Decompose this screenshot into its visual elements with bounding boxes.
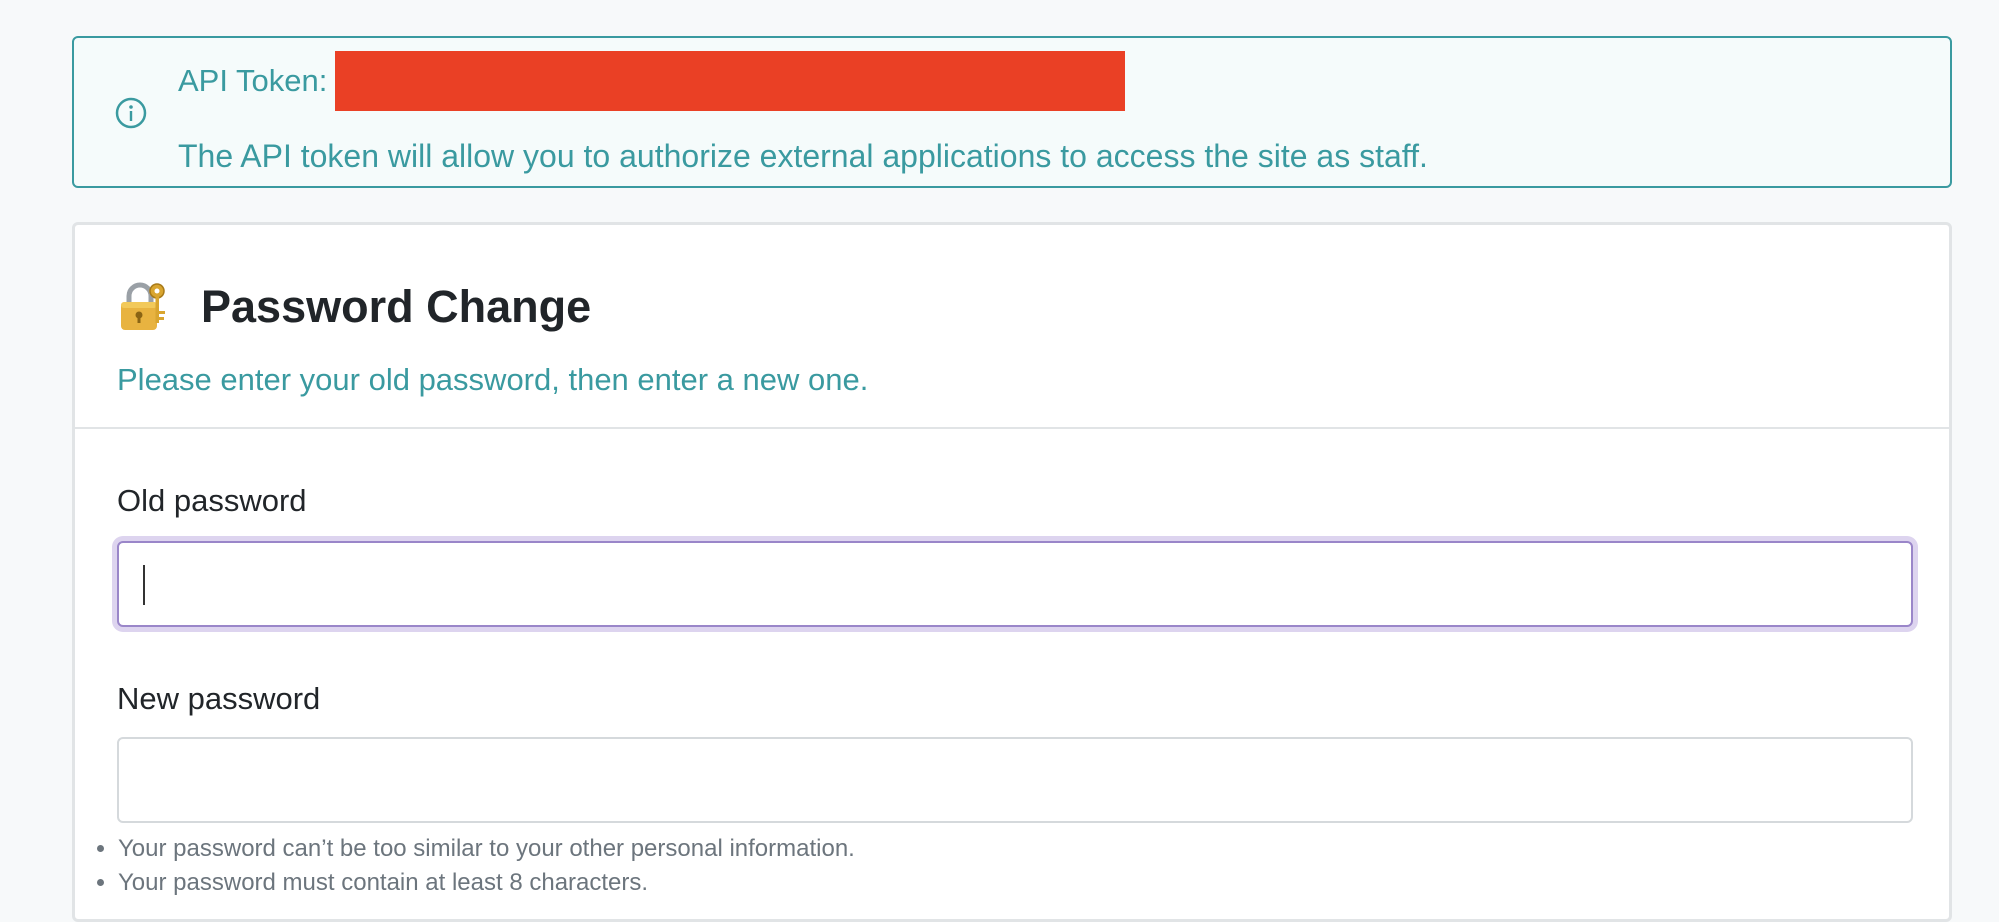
lock-with-key-icon: [121, 282, 165, 330]
api-token-label: API Token:: [178, 63, 328, 98]
old-password-input[interactable]: [117, 541, 1913, 627]
api-token-redacted-value: [335, 51, 1126, 111]
password-help-list: Your password can’t be too similar to yo…: [90, 832, 855, 900]
card-header: Password Change Please enter your old pa…: [75, 225, 1949, 429]
page-title: Password Change: [201, 281, 592, 332]
text-caret: [143, 565, 145, 605]
page-subtitle: Please enter your old password, then ent…: [117, 362, 869, 397]
info-circle-icon: [115, 97, 147, 129]
old-password-label: Old password: [117, 483, 307, 518]
password-help-item: Your password must contain at least 8 ch…: [118, 866, 855, 900]
password-help-item: Your password can’t be too similar to yo…: [118, 832, 855, 866]
new-password-input[interactable]: [117, 737, 1913, 823]
api-token-description: The API token will allow you to authoriz…: [178, 138, 1428, 174]
new-password-label: New password: [117, 681, 321, 716]
password-change-card: Password Change Please enter your old pa…: [72, 222, 1952, 922]
api-token-alert: API Token: The API token will allow you …: [72, 36, 1952, 188]
api-token-row: API Token:: [178, 50, 1126, 112]
